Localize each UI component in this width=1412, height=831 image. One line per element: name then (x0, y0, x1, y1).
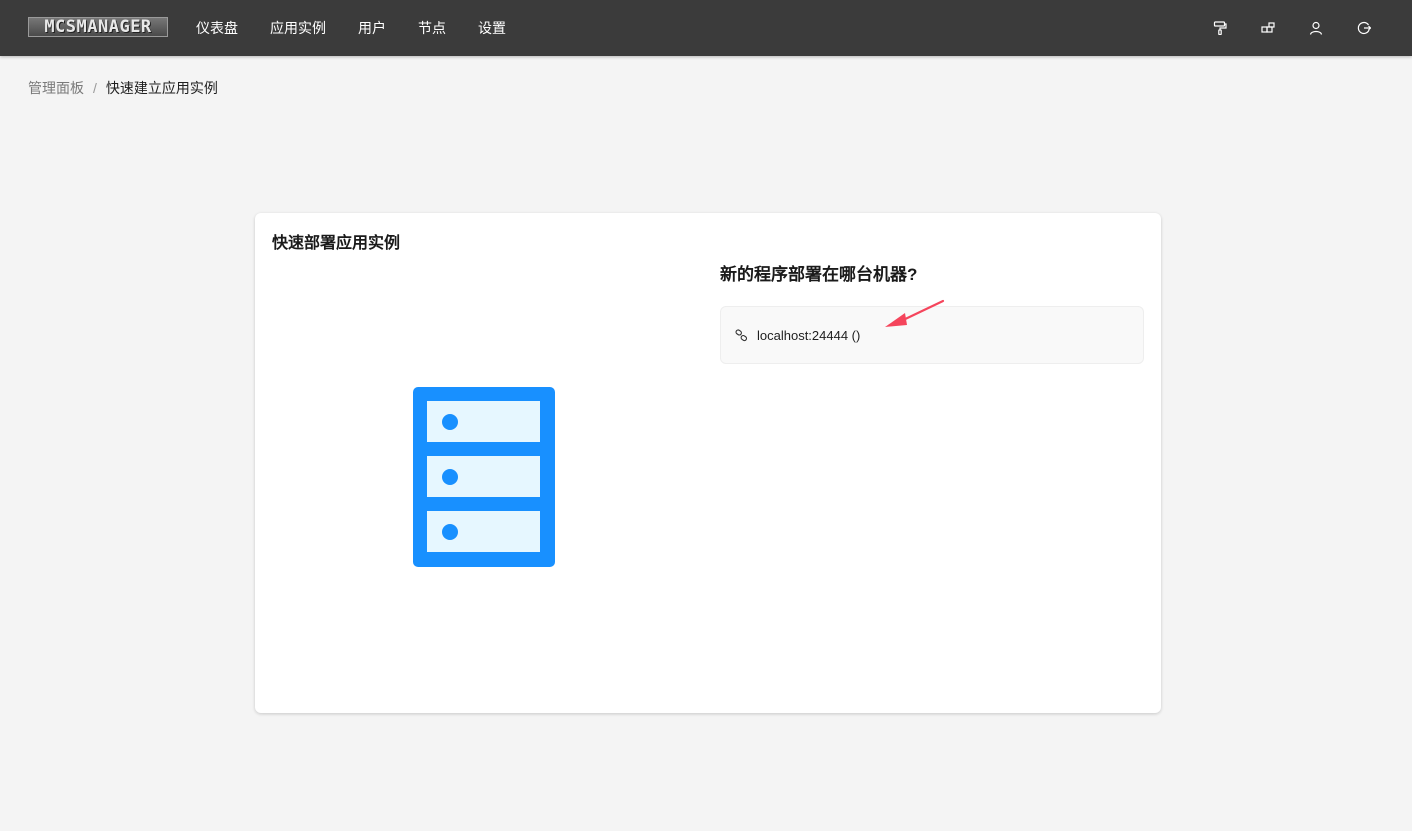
main-nav: 仪表盘 应用实例 用户 节点 设置 (196, 0, 538, 56)
nav-item-instances[interactable]: 应用实例 (270, 0, 326, 56)
nav-item-users[interactable]: 用户 (358, 0, 386, 56)
user-icon[interactable] (1308, 20, 1324, 36)
app-logo[interactable]: MCSMANAGER (28, 17, 168, 37)
breadcrumb-separator: / (93, 80, 97, 96)
paint-roller-icon[interactable] (1212, 20, 1228, 36)
blocks-icon[interactable] (1260, 20, 1276, 36)
node-option-label: localhost:24444 () (757, 327, 861, 343)
nav-item-nodes[interactable]: 节点 (418, 0, 446, 56)
quick-deploy-card: 快速部署应用实例 新的程序部署在哪台机器? localhost:24444 () (255, 213, 1161, 713)
breadcrumb: 管理面板 / 快速建立应用实例 (28, 78, 218, 98)
nav-item-dashboard[interactable]: 仪表盘 (196, 0, 238, 56)
top-actions (1180, 0, 1372, 56)
link-icon (735, 328, 749, 342)
nav-item-settings[interactable]: 设置 (478, 0, 506, 56)
breadcrumb-root[interactable]: 管理面板 (28, 78, 84, 98)
breadcrumb-current: 快速建立应用实例 (105, 80, 218, 96)
node-question: 新的程序部署在哪台机器? (720, 265, 918, 284)
annotation-arrow-icon (885, 299, 945, 327)
server-illustration-icon (413, 387, 555, 567)
top-navbar: MCSMANAGER 仪表盘 应用实例 用户 节点 设置 (0, 0, 1412, 56)
card-title: 快速部署应用实例 (272, 235, 401, 252)
logout-icon[interactable] (1356, 20, 1372, 36)
